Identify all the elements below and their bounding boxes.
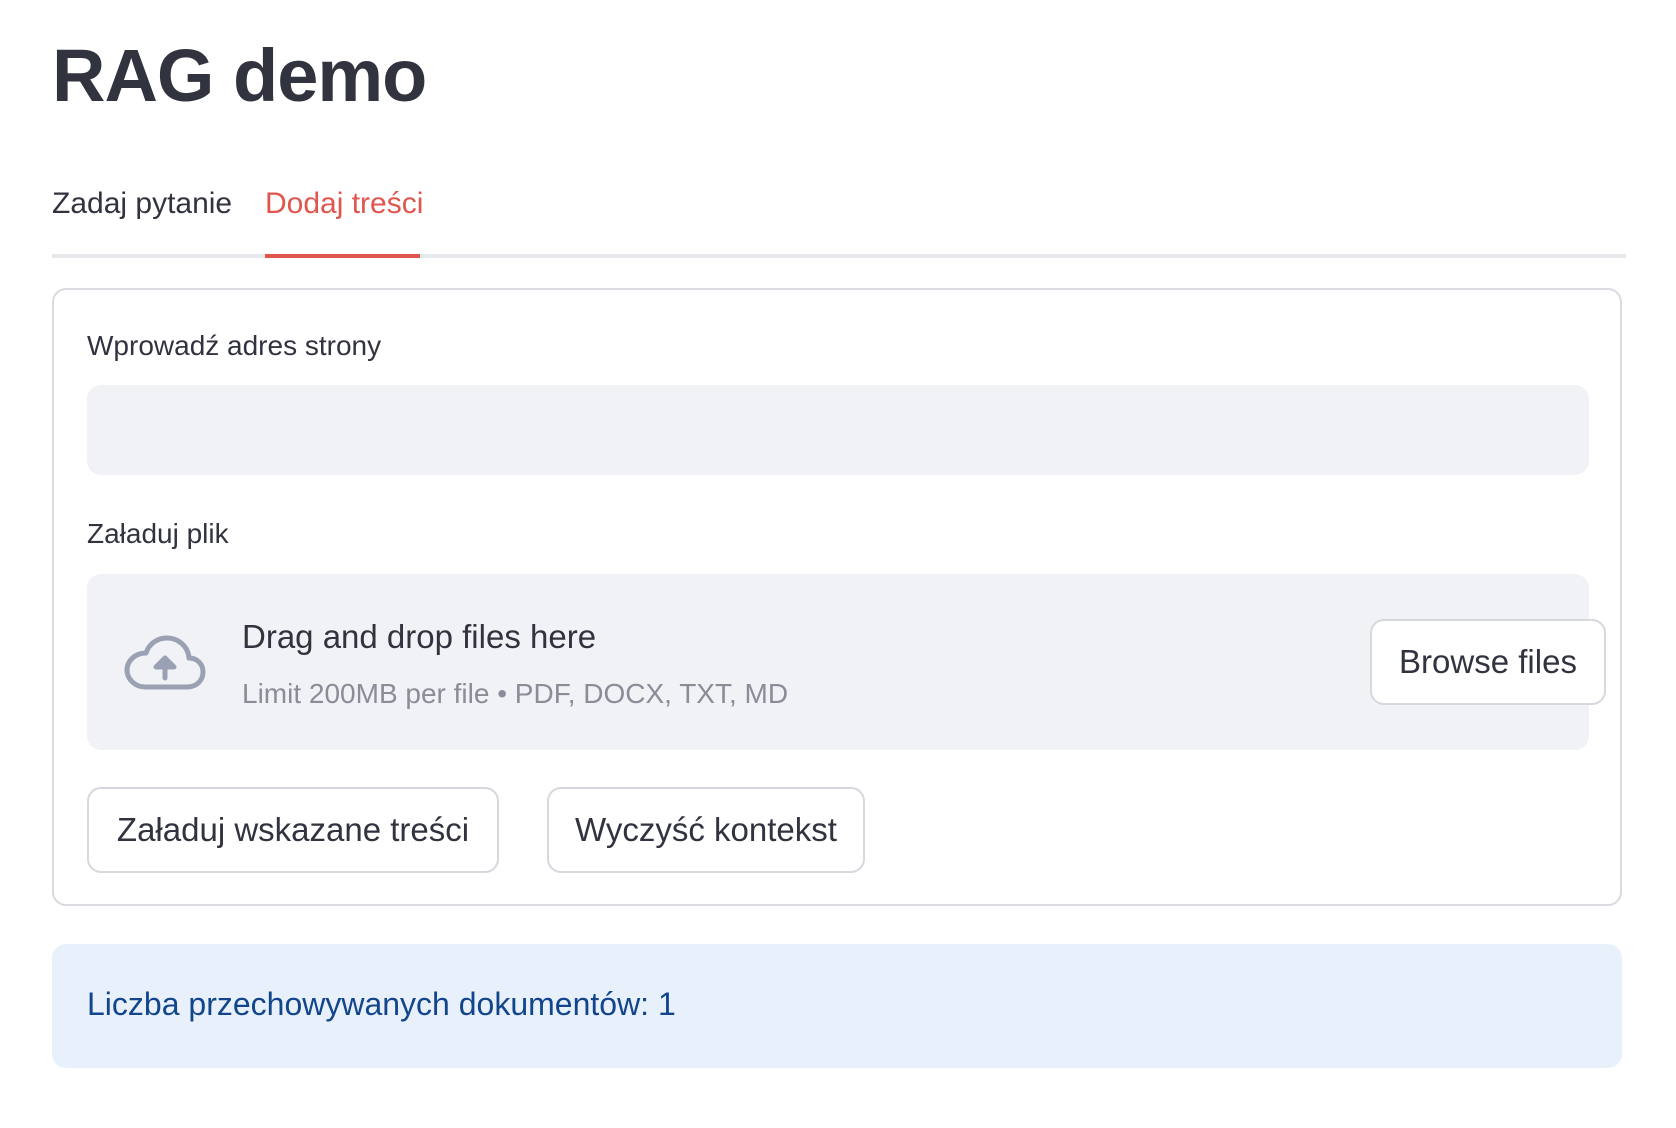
file-dropzone[interactable]: Drag and drop files here Limit 200MB per… xyxy=(87,574,1606,750)
dropzone-title: Drag and drop files here xyxy=(242,618,597,655)
page-title: RAG demo xyxy=(52,34,427,117)
clear-context-button[interactable]: Wyczyść kontekst xyxy=(547,787,865,873)
url-input[interactable] xyxy=(87,385,1589,475)
url-field-label: Wprowadź adres strony xyxy=(87,330,382,361)
browse-files-button[interactable]: Browse files xyxy=(1370,619,1606,705)
tab-ask-question[interactable]: Zadaj pytanie xyxy=(52,178,232,254)
info-alert: Liczba przechowywanych dokumentów: 1 xyxy=(52,944,1622,1068)
tab-add-content[interactable]: Dodaj treści xyxy=(265,178,423,258)
load-content-button[interactable]: Załaduj wskazane treści xyxy=(87,787,499,873)
cloud-upload-icon xyxy=(124,635,206,690)
file-upload-label: Załaduj plik xyxy=(87,518,229,549)
tab-bar: Zadaj pytanie Dodaj treści xyxy=(52,178,1626,258)
document-count-text: Liczba przechowywanych dokumentów: 1 xyxy=(87,986,676,1022)
dropzone-hint: Limit 200MB per file • PDF, DOCX, TXT, M… xyxy=(242,678,789,709)
